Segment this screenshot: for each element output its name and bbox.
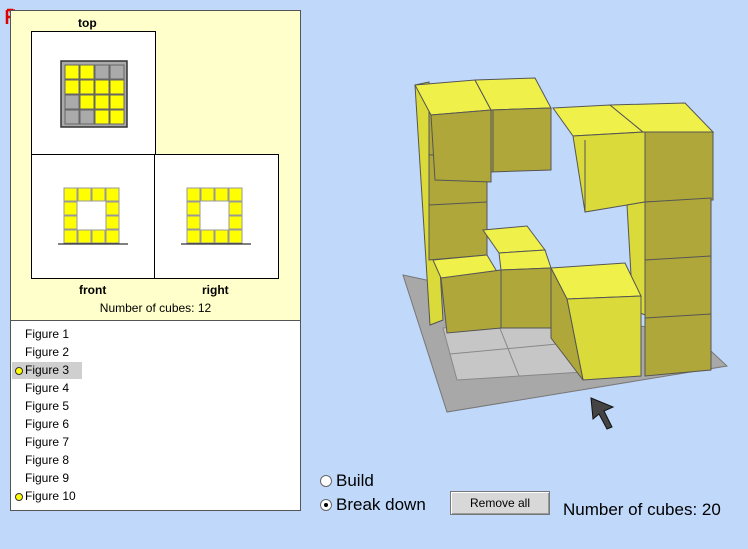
front-view-cell bbox=[63, 187, 78, 202]
right-view-cell bbox=[200, 187, 215, 202]
top-view-cell bbox=[64, 109, 80, 125]
bullet-icon bbox=[15, 367, 23, 375]
top-view-cell bbox=[109, 79, 125, 95]
right-view-cell bbox=[186, 215, 201, 230]
right-view-cell bbox=[214, 187, 229, 202]
front-view-cell bbox=[105, 229, 120, 244]
top-view-cell bbox=[64, 64, 80, 80]
top-view-cell bbox=[64, 94, 80, 110]
front-view bbox=[31, 154, 156, 279]
right-view-cell bbox=[186, 201, 201, 216]
front-view-cell bbox=[92, 216, 105, 229]
front-view-grid bbox=[58, 187, 128, 245]
front-view-cell bbox=[63, 229, 78, 244]
bullet-icon bbox=[15, 493, 23, 501]
right-view-cell bbox=[228, 215, 243, 230]
front-view-label: front bbox=[79, 283, 107, 297]
right-view-cell bbox=[214, 229, 229, 244]
figure-item-4[interactable]: Figure 4 bbox=[12, 380, 82, 397]
figure-item-9[interactable]: Figure 9 bbox=[12, 470, 82, 487]
front-view-cell bbox=[105, 201, 120, 216]
top-view-label: top bbox=[78, 16, 97, 30]
right-view-grid bbox=[181, 187, 251, 245]
top-view-cell bbox=[79, 64, 95, 80]
views-cube-count: Number of cubes: 12 bbox=[99, 301, 212, 315]
scene-cube-count: Number of cubes: 20 bbox=[563, 500, 721, 519]
front-view-cell bbox=[78, 202, 91, 215]
top-view-cell bbox=[79, 79, 95, 95]
figure-item-7[interactable]: Figure 7 bbox=[12, 434, 82, 451]
right-view bbox=[154, 154, 279, 279]
top-view-cell bbox=[94, 94, 110, 110]
front-view-cell bbox=[63, 201, 78, 216]
figure-item-10[interactable]: Figure 10 bbox=[12, 488, 82, 505]
figure-item-3[interactable]: Figure 3 bbox=[12, 362, 82, 379]
figure-item-1[interactable]: Figure 1 bbox=[12, 326, 82, 343]
remove-all-button[interactable]: Remove all bbox=[450, 491, 550, 515]
front-view-cell bbox=[78, 216, 91, 229]
figure-list: Figure 1 Figure 2 Figure 3 Figure 4 Figu… bbox=[10, 320, 301, 511]
figure-item-5[interactable]: Figure 5 bbox=[12, 398, 82, 415]
top-view-cell bbox=[94, 109, 110, 125]
front-view-cell bbox=[63, 215, 78, 230]
front-view-cell bbox=[91, 229, 106, 244]
radio-icon bbox=[320, 475, 332, 487]
right-view-cell bbox=[200, 229, 215, 244]
right-view-cell bbox=[201, 202, 214, 215]
top-view-cell bbox=[79, 109, 95, 125]
right-view-cell bbox=[215, 202, 228, 215]
figure-item-8[interactable]: Figure 8 bbox=[12, 452, 82, 469]
front-view-cell bbox=[91, 187, 106, 202]
top-view-cell bbox=[94, 64, 110, 80]
top-view-cell bbox=[64, 79, 80, 95]
figure-item-6[interactable]: Figure 6 bbox=[12, 416, 82, 433]
front-view-cell bbox=[105, 215, 120, 230]
top-view-cell bbox=[94, 79, 110, 95]
three-views-panel: top front right Number of cubes: 12 bbox=[10, 10, 301, 321]
right-view-label: right bbox=[202, 283, 229, 297]
top-view-cell bbox=[109, 109, 125, 125]
right-view-cell bbox=[228, 201, 243, 216]
arrow-cursor-icon bbox=[590, 397, 615, 430]
top-view-cell bbox=[109, 64, 125, 80]
top-view bbox=[31, 31, 156, 156]
top-view-grid bbox=[60, 60, 128, 128]
top-view-cell bbox=[79, 94, 95, 110]
right-view-cell bbox=[228, 229, 243, 244]
front-view-cell bbox=[92, 202, 105, 215]
right-view-cell bbox=[186, 229, 201, 244]
front-view-cell bbox=[105, 187, 120, 202]
right-view-cell bbox=[186, 187, 201, 202]
right-view-cell bbox=[215, 216, 228, 229]
figure-item-2[interactable]: Figure 2 bbox=[12, 344, 82, 361]
cube-scene[interactable] bbox=[395, 70, 735, 440]
right-view-cell bbox=[201, 216, 214, 229]
top-view-cell bbox=[109, 94, 125, 110]
front-view-cell bbox=[77, 187, 92, 202]
right-view-cell bbox=[228, 187, 243, 202]
front-view-cell bbox=[77, 229, 92, 244]
radio-checked-icon bbox=[320, 499, 332, 511]
